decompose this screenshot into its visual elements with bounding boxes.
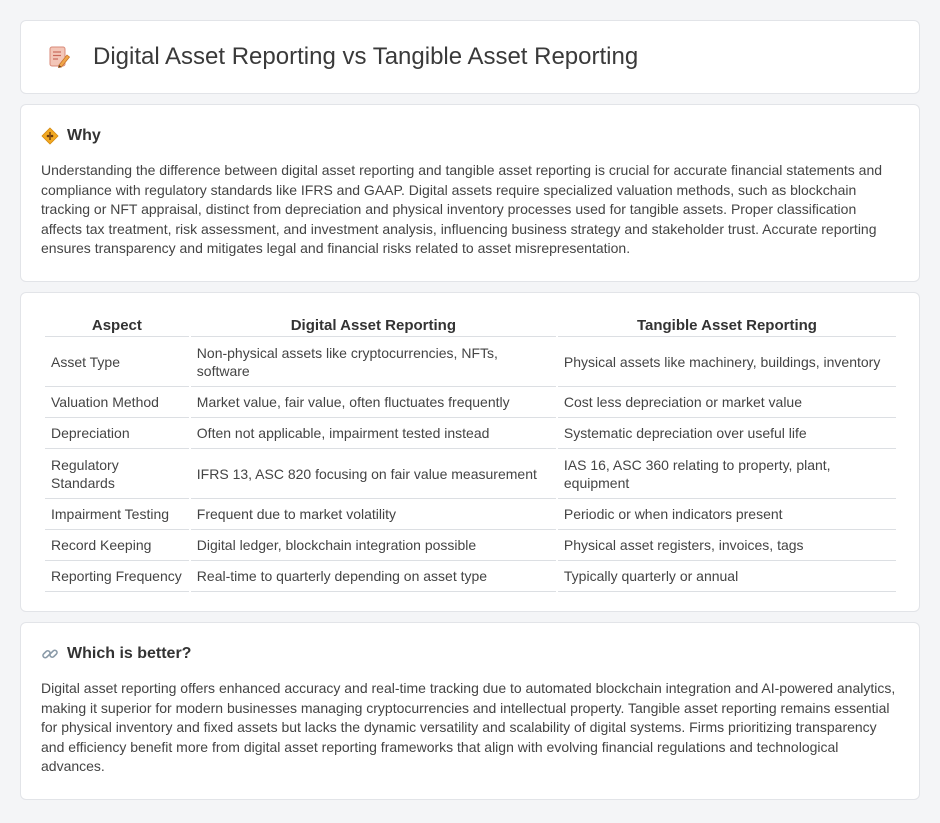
tangible-cell: Cost less depreciation or market value [557,387,896,418]
digital-cell: Digital ledger, blockchain integration p… [190,530,556,561]
aspect-cell: Asset Type [45,337,189,387]
digital-cell: Often not applicable, impairment tested … [190,418,556,449]
digital-cell: Market value, fair value, often fluctuat… [190,387,556,418]
table-row: Asset Type Non-physical assets like cryp… [45,337,896,387]
tangible-cell: Physical assets like machinery, building… [557,337,896,387]
tangible-cell: Periodic or when indicators present [557,499,896,530]
table-header-row: Aspect Digital Asset Reporting Tangible … [45,313,896,337]
why-heading: Why [41,127,899,145]
why-title: Why [67,127,101,144]
table-row: Impairment Testing Frequent due to marke… [45,499,896,530]
table-row: Reporting Frequency Real-time to quarter… [45,561,896,592]
digital-cell: IFRS 13, ASC 820 focusing on fair value … [190,449,556,499]
why-section: Why Understanding the difference between… [20,104,920,282]
aspect-cell: Regulatory Standards [45,449,189,499]
table-row: Record Keeping Digital ledger, blockchai… [45,530,896,561]
table-row: Valuation Method Market value, fair valu… [45,387,896,418]
why-text: Understanding the difference between dig… [41,162,883,256]
better-title: Which is better? [67,645,192,662]
comparison-section: Aspect Digital Asset Reporting Tangible … [20,292,920,612]
aspect-cell: Valuation Method [45,387,189,418]
aspect-cell: Impairment Testing [45,499,189,530]
table-row: Regulatory Standards IFRS 13, ASC 820 fo… [45,449,896,499]
aspect-cell: Depreciation [45,418,189,449]
link-icon [41,645,59,663]
header-tangible: Tangible Asset Reporting [557,313,896,337]
digital-cell: Non-physical assets like cryptocurrencie… [190,337,556,387]
comparison-table: Aspect Digital Asset Reporting Tangible … [43,313,898,592]
better-text: Digital asset reporting offers enhanced … [41,680,896,774]
diamond-signal-icon [41,127,59,145]
better-heading: Which is better? [41,645,899,663]
digital-cell: Real-time to quarterly depending on asse… [190,561,556,592]
tangible-cell: Typically quarterly or annual [557,561,896,592]
page-title: Digital Asset Reporting vs Tangible Asse… [93,43,639,70]
digital-cell: Frequent due to market volatility [190,499,556,530]
aspect-cell: Reporting Frequency [45,561,189,592]
document-pencil-icon [47,45,71,69]
header-aspect: Aspect [45,313,189,337]
tangible-cell: IAS 16, ASC 360 relating to property, pl… [557,449,896,499]
aspect-cell: Record Keeping [45,530,189,561]
table-row: Depreciation Often not applicable, impai… [45,418,896,449]
header-digital: Digital Asset Reporting [190,313,556,337]
which-better-section: Which is better? Digital asset reporting… [20,622,920,800]
header-card: Digital Asset Reporting vs Tangible Asse… [20,20,920,94]
tangible-cell: Physical asset registers, invoices, tags [557,530,896,561]
tangible-cell: Systematic depreciation over useful life [557,418,896,449]
